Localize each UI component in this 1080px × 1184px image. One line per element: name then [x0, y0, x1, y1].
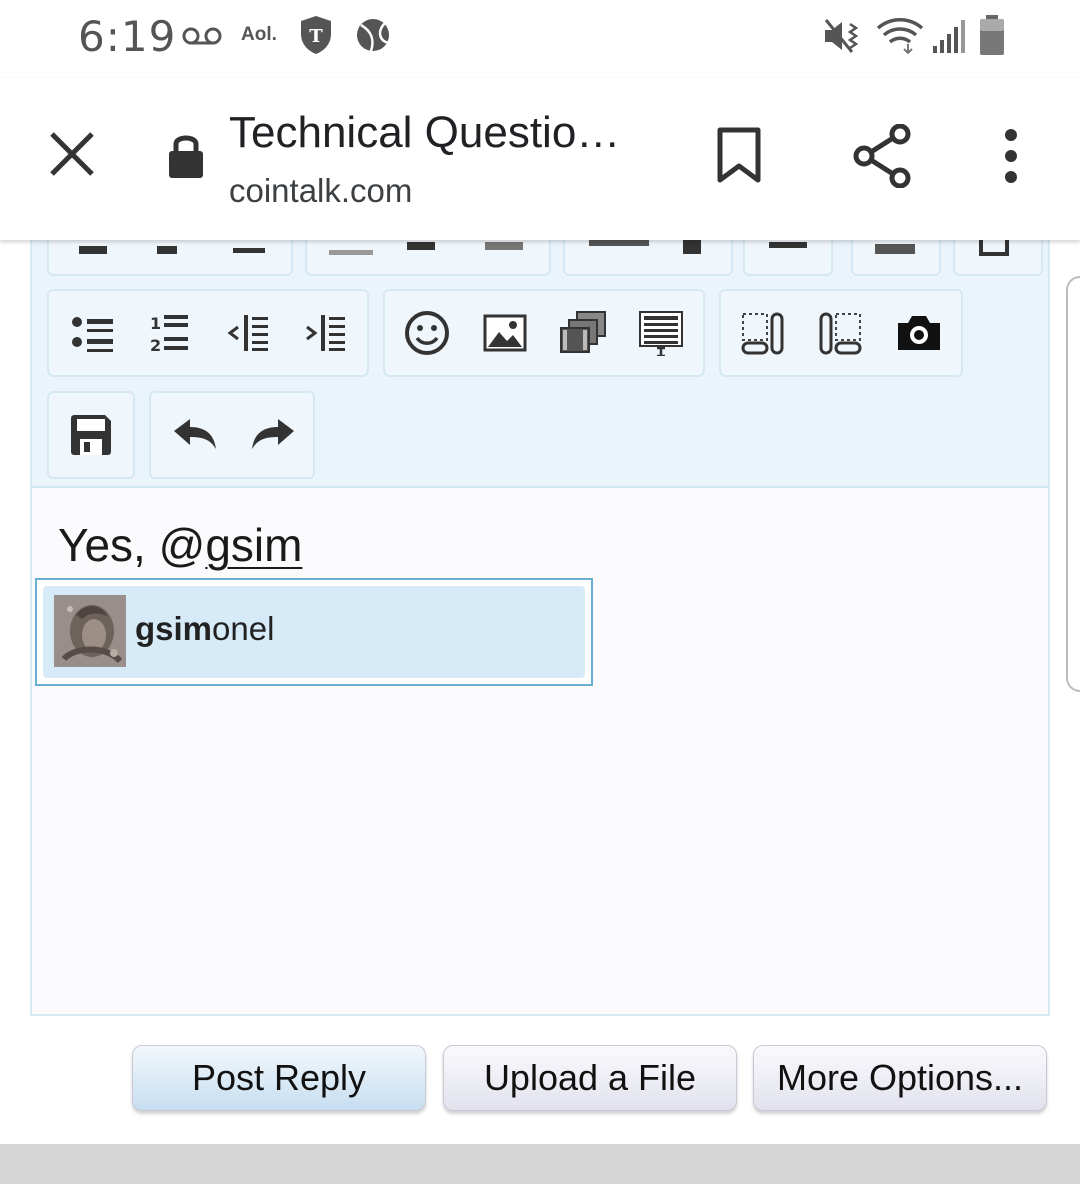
toolbar-group-lists: 1 2 [47, 289, 369, 377]
mute-vibrate-icon [824, 19, 859, 53]
wifi-icon [876, 18, 924, 54]
voicemail-icon [182, 27, 222, 45]
save-draft-icon [71, 415, 111, 455]
numbered-list-button[interactable]: 1 2 [140, 303, 200, 363]
indent-icon [306, 315, 345, 351]
toolbar-group-hr [743, 240, 833, 276]
undo-icon [174, 419, 216, 449]
smilie-button[interactable] [397, 303, 457, 363]
float-right-button[interactable] [811, 303, 871, 363]
insert-text-button[interactable] [631, 303, 691, 363]
float-left-button[interactable] [733, 303, 793, 363]
battery-icon [980, 15, 1004, 55]
signal-icon [933, 20, 965, 53]
camera-icon [898, 316, 940, 350]
svg-text:T: T [309, 26, 323, 47]
reply-editor: 1 2 Yes, @gsim gsimonel [30, 240, 1050, 1016]
media-button[interactable] [553, 303, 613, 363]
paste-icon[interactable] [979, 240, 1009, 256]
close-icon[interactable] [46, 128, 98, 180]
editor-toolbar: 1 2 [32, 240, 1048, 488]
bulleted-list-icon [72, 317, 113, 352]
italic-icon[interactable] [157, 246, 177, 254]
outdent-button[interactable] [218, 303, 278, 363]
editor-content[interactable]: Yes, @gsim gsimonel [32, 488, 1048, 1014]
more-vert-icon[interactable] [996, 128, 1026, 184]
bookmark-icon[interactable] [712, 126, 766, 184]
toolbar-group-font [305, 240, 551, 276]
browser-toolbar: Technical Questio… cointalk.com [0, 78, 1080, 240]
toolbar-group-text-style [47, 240, 293, 276]
indent-button[interactable] [295, 303, 355, 363]
image-icon [483, 314, 527, 352]
autocomplete-item[interactable]: gsimonel [43, 586, 585, 678]
svg-text:2: 2 [150, 336, 161, 353]
bold-icon[interactable] [79, 246, 107, 254]
mention-autocomplete: gsimonel [35, 578, 593, 686]
font-family-icon[interactable] [485, 242, 523, 250]
page-title[interactable]: Technical Questio… [229, 108, 659, 158]
username-rest: onel [212, 610, 275, 647]
t-mobile-shield-icon: T [301, 16, 331, 54]
mention-query: gsim [205, 519, 303, 571]
camera-button[interactable] [889, 303, 949, 363]
remove-format-icon[interactable] [875, 244, 915, 254]
status-bar: 6:19 Aol. T [0, 0, 1080, 78]
redo-icon [252, 419, 294, 449]
save-draft-button[interactable] [61, 405, 121, 465]
post-reply-button[interactable]: Post Reply [132, 1045, 426, 1111]
toolbar-group-history [149, 391, 315, 479]
numbered-list-icon: 1 2 [150, 314, 188, 353]
link-icon[interactable] [589, 240, 649, 246]
coin-avatar [54, 595, 126, 667]
align-left-float-icon [741, 312, 784, 355]
horizontal-rule-icon[interactable] [769, 242, 807, 248]
undo-button[interactable] [165, 405, 225, 465]
bottom-strip [0, 1144, 1080, 1184]
status-time: 6:19 [78, 12, 177, 61]
bulleted-list-button[interactable] [63, 303, 123, 363]
reply-text[interactable]: Yes, @gsim [58, 518, 302, 572]
toolbar-group-paste [953, 240, 1043, 276]
reply-text-prefix: Yes, @ [58, 519, 206, 571]
share-icon[interactable] [852, 124, 912, 188]
media-icon [560, 311, 606, 353]
insert-text-icon [639, 311, 683, 356]
username-match: gsim [135, 610, 213, 647]
page-domain[interactable]: cointalk.com [229, 172, 412, 210]
toolbar-group-clear [851, 240, 941, 276]
aol-icon: Aol. [241, 24, 277, 45]
toolbar-group-align [719, 289, 963, 377]
upload-file-button[interactable]: Upload a File [443, 1045, 737, 1111]
font-color-icon[interactable] [329, 250, 373, 255]
more-options-button[interactable]: More Options... [753, 1045, 1047, 1111]
image-button[interactable] [475, 303, 535, 363]
toolbar-group-insert [383, 289, 705, 377]
outdent-icon [227, 315, 268, 351]
autocomplete-username: gsimonel [135, 610, 274, 648]
toolbar-group-save [47, 391, 135, 479]
sports-ball-icon [357, 19, 390, 52]
align-right-float-icon [819, 312, 862, 355]
smilie-icon [405, 311, 449, 355]
page-scroll-edge[interactable] [1066, 276, 1080, 692]
svg-text:1: 1 [150, 314, 161, 333]
underline-icon[interactable] [233, 248, 265, 253]
font-size-icon[interactable] [407, 242, 435, 250]
lock-icon[interactable] [166, 130, 206, 180]
unlink-icon[interactable] [683, 240, 701, 254]
redo-button[interactable] [243, 405, 303, 465]
toolbar-group-links [563, 240, 733, 276]
